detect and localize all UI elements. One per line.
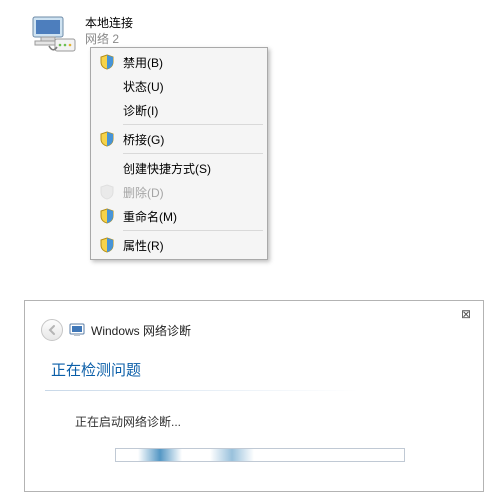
menu-item-label: 禁用(B) xyxy=(123,54,163,71)
diagnostics-app-icon xyxy=(69,322,85,338)
dialog-app-title: Windows 网络诊断 xyxy=(91,322,191,339)
shield-icon xyxy=(99,237,115,253)
menu-item-bridge[interactable]: 桥接(G) xyxy=(93,127,265,151)
shield-icon xyxy=(99,184,115,200)
menu-item-label: 诊断(I) xyxy=(123,102,158,119)
adapter-context-menu: 禁用(B) 状态(U) 诊断(I) 桥接(G) 创建快捷方式(S) 删除(D) … xyxy=(90,47,268,260)
adapter-subtitle: 网络 2 xyxy=(85,31,133,47)
shield-icon xyxy=(99,131,115,147)
adapter-title: 本地连接 xyxy=(85,15,133,31)
menu-separator xyxy=(123,153,263,154)
menu-item-label: 属性(R) xyxy=(123,237,164,254)
menu-separator xyxy=(123,230,263,231)
menu-item-delete: 删除(D) xyxy=(93,180,265,204)
menu-item-create-shortcut[interactable]: 创建快捷方式(S) xyxy=(93,156,265,180)
close-icon[interactable]: ⊠ xyxy=(461,307,471,321)
progress-bar xyxy=(115,448,405,462)
dialog-status-text: 正在启动网络诊断... xyxy=(25,391,483,430)
dialog-heading: 正在检测问题 xyxy=(25,347,483,384)
menu-item-label: 创建快捷方式(S) xyxy=(123,160,211,177)
shield-icon xyxy=(99,54,115,70)
menu-item-label: 桥接(G) xyxy=(123,131,164,148)
menu-separator xyxy=(123,124,263,125)
network-adapter-icon xyxy=(29,15,77,57)
dialog-header: Windows 网络诊断 xyxy=(25,301,483,347)
menu-item-rename[interactable]: 重命名(M) xyxy=(93,204,265,228)
back-button[interactable] xyxy=(41,319,63,341)
menu-item-label: 重命名(M) xyxy=(123,208,177,225)
menu-item-disable[interactable]: 禁用(B) xyxy=(93,50,265,74)
dialog-title-row: Windows 网络诊断 xyxy=(69,322,191,339)
menu-item-diagnose[interactable]: 诊断(I) xyxy=(93,98,265,122)
progress-segment xyxy=(210,449,254,461)
shield-icon xyxy=(99,208,115,224)
menu-item-label: 删除(D) xyxy=(123,184,164,201)
menu-item-status[interactable]: 状态(U) xyxy=(93,74,265,98)
network-diagnostics-dialog: ⊠ Windows 网络诊断 正在检测问题 正在启动网络诊断... xyxy=(24,300,484,492)
progress-segment xyxy=(138,449,182,461)
adapter-text-block: 本地连接 网络 2 xyxy=(85,15,133,47)
menu-item-label: 状态(U) xyxy=(123,78,164,95)
menu-item-properties[interactable]: 属性(R) xyxy=(93,233,265,257)
